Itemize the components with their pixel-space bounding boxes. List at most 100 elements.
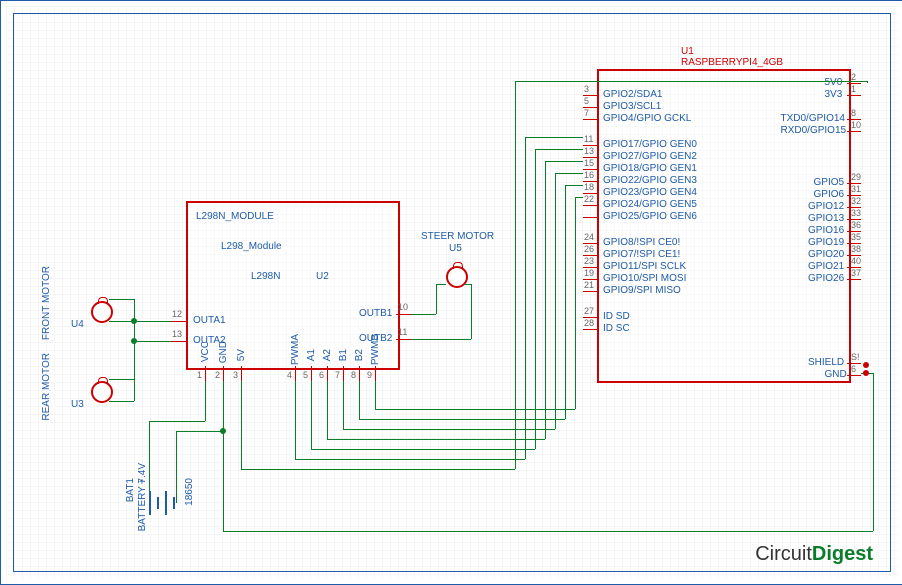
- front-motor-label: FRONT MOTOR: [41, 266, 52, 340]
- pi-pin-name: GPIO12: [808, 201, 844, 212]
- pi-pin-name: TXD0/GPIO14: [781, 113, 845, 124]
- pin-line-v: [327, 366, 328, 381]
- rear-motor-u3: [91, 381, 113, 403]
- pi-pin-num: 24: [584, 232, 594, 242]
- wire: [575, 197, 576, 409]
- wire: [545, 161, 583, 162]
- pin-outb1: OUTB1: [359, 308, 392, 319]
- wire: [223, 431, 224, 531]
- pin-pwma: PWMA: [290, 334, 301, 365]
- pi-pin-num: 28: [584, 318, 594, 328]
- wire: [176, 431, 177, 503]
- pi-pin-name: GPIO9/SPI MISO: [603, 285, 681, 296]
- u1-ref: U1: [681, 46, 694, 57]
- pin-line-v: [375, 366, 376, 381]
- pi-pin-num: 10: [851, 120, 861, 130]
- wire: [535, 149, 536, 449]
- pin-outa1: OUTA1: [193, 315, 226, 326]
- pi-pin-name: 3V3: [825, 89, 843, 100]
- pin-a2: A2: [322, 349, 333, 361]
- u2-sub2: L298N: [251, 271, 280, 282]
- bat-plus: +: [139, 477, 145, 488]
- pi-pin-num: 3: [584, 84, 589, 94]
- pi-pin-name: GPIO8/!SPI CE0!: [603, 237, 680, 248]
- pin-num-outa1: 12: [172, 309, 182, 319]
- pi-pin-num: 1: [851, 84, 856, 94]
- pi-pin-name: GPIO17/GPIO GEN0: [603, 139, 697, 150]
- pi-pin-name: GPIO23/GPIO GEN4: [603, 187, 697, 198]
- wire: [359, 381, 360, 419]
- logo-text2: Digest: [812, 543, 873, 565]
- bat1-name: BATTERY 7.4V: [137, 463, 148, 531]
- pin-num-gnd: 2: [215, 370, 220, 380]
- wire: [241, 469, 515, 470]
- pi-pin-name: GPIO2/SDA1: [603, 89, 662, 100]
- pin-line-v: [241, 366, 242, 381]
- wire: [327, 439, 545, 440]
- pi-pin-name: ID SD: [603, 311, 630, 322]
- pi-pin-num: 31: [851, 184, 861, 194]
- pin-num-pwma: 4: [287, 370, 292, 380]
- pi-pin-num: 36: [851, 220, 861, 230]
- junction: [863, 370, 869, 376]
- pin-num-b1: 7: [335, 370, 340, 380]
- pi-pin-num: 27: [584, 306, 594, 316]
- wire: [176, 431, 223, 432]
- wire: [515, 81, 516, 469]
- wire: [343, 429, 555, 430]
- pi-pin-num: 13: [584, 146, 594, 156]
- pin-line: [171, 321, 186, 322]
- wire: [575, 197, 583, 198]
- wire: [223, 531, 873, 532]
- pin-num-5v: 3: [233, 370, 238, 380]
- u4-ref: U4: [71, 319, 84, 330]
- wire: [375, 409, 575, 410]
- pin-num-outb2: 11: [398, 327, 407, 337]
- wire: [149, 421, 205, 422]
- pin-num-outb1: 10: [398, 302, 408, 312]
- u5-name: STEER MOTOR: [421, 231, 494, 242]
- wire: [436, 284, 446, 285]
- pin-line-v: [343, 366, 344, 381]
- pin-num-outa2: 13: [172, 329, 182, 339]
- pi-pin-line: [583, 205, 597, 206]
- pi-pin-name: GPIO18/GPIO GEN1: [603, 163, 697, 174]
- pi-pin-line: [847, 279, 861, 280]
- pi-pin-num: 35: [851, 232, 861, 242]
- pi-pin-line: [847, 131, 861, 132]
- u2-ref: U2: [316, 271, 329, 282]
- pi-pin-num: 19: [584, 268, 594, 278]
- pin-vcc: VCC: [200, 341, 211, 362]
- pin-line-v: [205, 366, 206, 381]
- pi-pin-num: 40: [851, 256, 861, 266]
- pin-pwmb: PWMB: [370, 334, 381, 365]
- pi-pin-name: GPIO11/SPI SCLK: [603, 261, 686, 272]
- pi-pin-name: GPIO13: [808, 213, 844, 224]
- pi-pin-name: GPIO16: [808, 225, 844, 236]
- wire: [109, 299, 134, 300]
- pi-pin-line: [583, 217, 597, 218]
- pi-pin-name: GPIO6: [814, 189, 845, 200]
- pi-pin-name: GPIO3/SCL1: [603, 101, 661, 112]
- pi-pin-num: 33: [851, 208, 861, 218]
- wire: [109, 379, 134, 380]
- logo-text1: Circuit: [755, 543, 812, 565]
- pi-pin-num: 38: [851, 244, 861, 254]
- wire: [555, 173, 583, 174]
- junction: [131, 318, 137, 324]
- junction: [863, 362, 869, 368]
- pin-5v: 5V: [236, 349, 247, 361]
- u1-name: RASPBERRYPI4_4GB: [681, 57, 783, 68]
- rear-motor-label: REAR MOTOR: [41, 353, 52, 421]
- pi-pin-line: [847, 375, 861, 376]
- pi-pin-num: 18: [584, 182, 594, 192]
- wire: [525, 137, 526, 459]
- pin-gnd: GND: [218, 341, 229, 363]
- wire: [525, 137, 583, 138]
- pin-num-a1: 5: [303, 370, 308, 380]
- wire: [565, 185, 566, 419]
- pi-pin-name: SHIELD: [808, 357, 844, 368]
- pi-pin-line: [583, 291, 597, 292]
- pi-pin-num: 15: [584, 158, 594, 168]
- wire: [109, 401, 134, 402]
